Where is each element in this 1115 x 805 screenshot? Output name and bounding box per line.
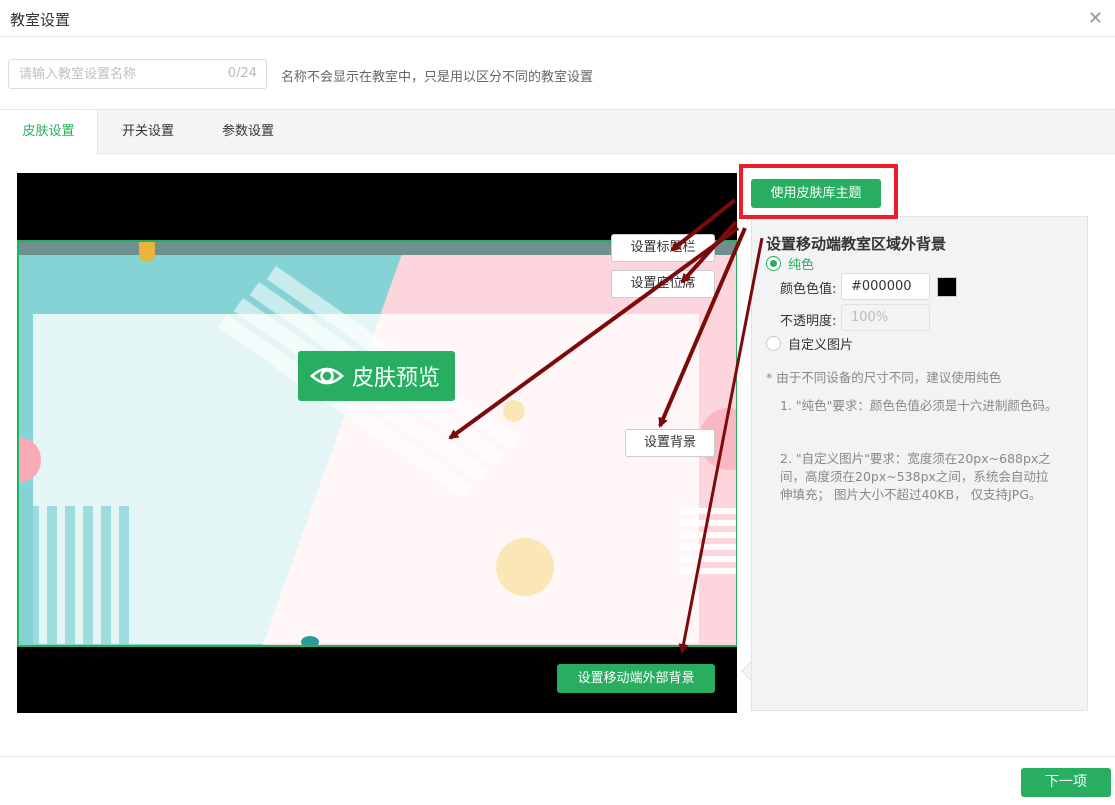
decor-circle bbox=[301, 636, 319, 645]
char-counter: 0/24 bbox=[227, 66, 257, 81]
decor-bar bbox=[83, 506, 93, 645]
color-value-input[interactable]: #000000 bbox=[841, 273, 930, 300]
decor-bar bbox=[679, 520, 736, 526]
tab-parameter-settings[interactable]: 参数设置 bbox=[198, 110, 298, 154]
custom-image-requirement: 2. "自定义图片"要求：宽度须在20px~688px之间，高度须在20px~5… bbox=[780, 451, 1051, 502]
name-row: 0/24 名称不会显示在教室中，只是用以区分不同的教室设置 bbox=[0, 37, 1115, 109]
solid-color-radio[interactable] bbox=[766, 256, 781, 271]
panel-heading: 设置移动端教室区域外背景 bbox=[766, 235, 947, 253]
custom-image-option[interactable]: 自定义图片 bbox=[766, 334, 853, 353]
solid-color-requirement: 1. "纯色"要求：颜色色值必须是十六进制颜色码。 bbox=[780, 398, 1058, 413]
custom-image-label: 自定义图片 bbox=[788, 338, 854, 353]
set-seats-button[interactable]: 设置座位席 bbox=[611, 270, 715, 298]
custom-image-radio[interactable] bbox=[766, 336, 781, 351]
solid-color-label: 纯色 bbox=[788, 258, 815, 273]
eye-icon bbox=[310, 367, 344, 385]
opacity-input[interactable]: 100% bbox=[841, 304, 930, 331]
decor-bar bbox=[119, 506, 129, 645]
close-icon[interactable]: ✕ bbox=[1088, 8, 1103, 29]
skin-preview-button[interactable]: 皮肤预览 bbox=[298, 351, 455, 401]
classroom-name-field[interactable]: 0/24 bbox=[8, 59, 267, 89]
tab-skin-settings[interactable]: 皮肤设置 bbox=[0, 110, 98, 155]
settings-tabs: 皮肤设置 开关设置 参数设置 bbox=[0, 109, 1115, 155]
set-background-button[interactable]: 设置背景 bbox=[625, 429, 715, 457]
name-hint: 名称不会显示在教室中，只是用以区分不同的教室设置 bbox=[281, 70, 594, 85]
set-title-bar-button[interactable]: 设置标题栏 bbox=[611, 234, 715, 262]
skin-preview-area: 皮肤预览 设置标题栏 设置座位席 设置背景 bbox=[17, 173, 737, 713]
dialog-header: 教室设置 ✕ bbox=[0, 0, 1115, 37]
decor-circle bbox=[503, 400, 525, 422]
decor-bar bbox=[47, 506, 57, 645]
dialog-title: 教室设置 bbox=[10, 11, 71, 29]
color-value-label: 颜色色值: bbox=[780, 282, 837, 297]
decor-bar bbox=[679, 508, 736, 514]
decor-bar bbox=[101, 506, 111, 645]
set-mobile-outer-background-button[interactable]: 设置移动端外部背景 bbox=[557, 664, 715, 693]
next-button[interactable]: 下一项 bbox=[1021, 768, 1111, 797]
skin-preview-label: 皮肤预览 bbox=[352, 366, 441, 391]
mobile-background-panel: 设置移动端教室区域外背景 纯色 颜色色值: #000000 不透明度: 100%… bbox=[751, 216, 1088, 711]
decor-circle bbox=[496, 538, 554, 596]
device-note: * 由于不同设备的尺寸不同，建议使用纯色 bbox=[766, 370, 1002, 385]
decor-bar bbox=[679, 544, 736, 550]
highlight-box bbox=[739, 164, 898, 219]
solid-color-option[interactable]: 纯色 bbox=[766, 254, 814, 273]
color-swatch[interactable] bbox=[937, 277, 957, 297]
decor-bar bbox=[679, 568, 736, 574]
tab-switch-settings[interactable]: 开关设置 bbox=[98, 110, 198, 154]
decor-circle bbox=[139, 242, 155, 262]
decor-bar bbox=[679, 532, 736, 538]
classroom-name-input[interactable] bbox=[19, 65, 219, 83]
decor-bar bbox=[65, 506, 75, 645]
decor-bar bbox=[679, 556, 736, 562]
dialog-footer bbox=[0, 756, 1115, 805]
decor-bar bbox=[29, 506, 39, 645]
opacity-label: 不透明度: bbox=[780, 314, 837, 329]
